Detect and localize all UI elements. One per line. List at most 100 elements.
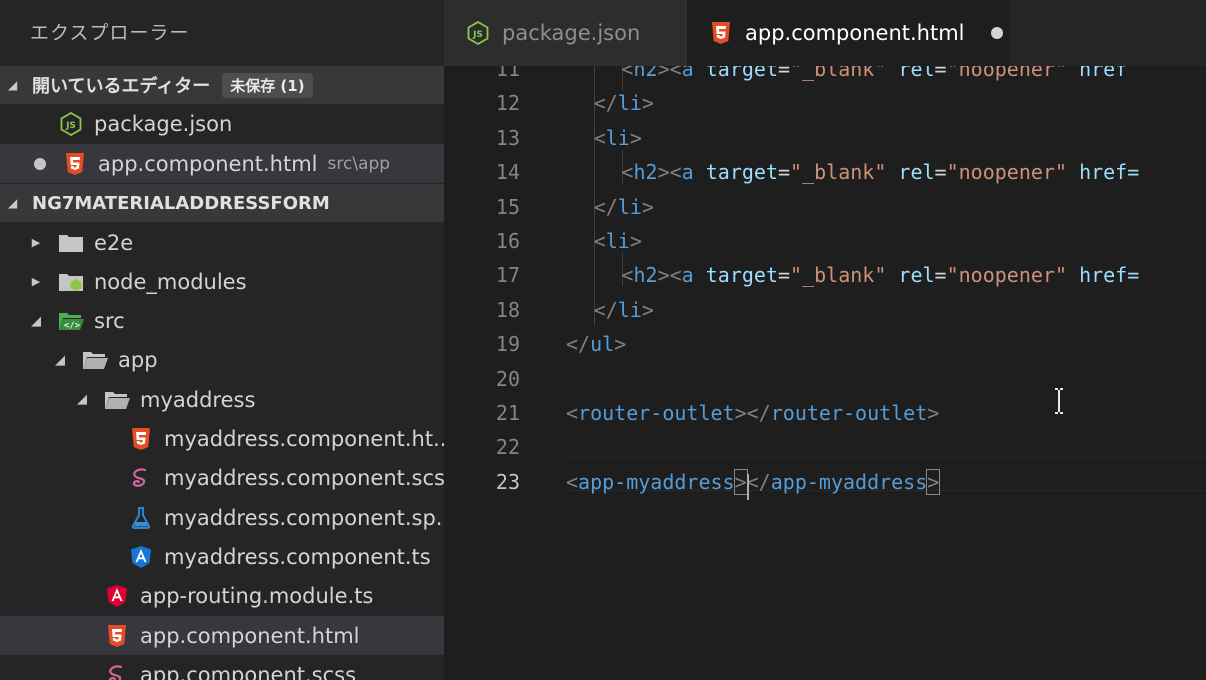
line-number: 20 (495, 366, 520, 391)
code-token: < (566, 401, 579, 425)
code-token: = (934, 160, 947, 185)
code-line[interactable]: 13 <li> (444, 121, 1206, 155)
code-token: > (733, 468, 748, 495)
folder-open-icon (104, 387, 130, 413)
open-editor-path: src\app (327, 153, 391, 174)
code-line[interactable]: 11 <h2><a target="_blank" rel="noopener" … (444, 66, 1206, 86)
chevron-right-icon[interactable]: ▶ (28, 275, 44, 288)
unsaved-dot-icon (34, 157, 46, 170)
folder-open-icon (82, 347, 108, 373)
code-line[interactable]: 23 <app-myaddress></app-myaddress> (444, 465, 1206, 499)
html5-icon (128, 426, 154, 452)
code-token: = (778, 160, 791, 185)
editor-tabs: JS package.json app.component.html (444, 0, 1206, 66)
chevron-down-icon[interactable]: ◢ (28, 314, 44, 329)
tree-item-label: app-routing.module.ts (140, 584, 374, 609)
tree-item[interactable]: ◢ </> src (0, 302, 444, 341)
tree-item[interactable]: ◢ myaddress (0, 380, 444, 419)
tree-item-label: myaddress.component.ts (164, 544, 431, 569)
code-token: href= (1079, 263, 1140, 288)
open-editor-item[interactable]: app.component.html src\app (0, 144, 444, 183)
code-text: <h2><a target="_blank" rel="noopener" hr… (621, 66, 1127, 86)
line-number: 18 (495, 297, 520, 322)
code-line[interactable]: 12 </li> (444, 86, 1206, 120)
code-token: = (778, 263, 791, 288)
code-token: a (681, 263, 694, 288)
code-token: > (657, 66, 670, 81)
tab-label: app.component.html (745, 21, 965, 45)
line-number: 22 (495, 435, 520, 460)
open-editor-label: app.component.html (98, 151, 318, 176)
tree-item[interactable]: ▶ e2e (0, 223, 444, 262)
chevron-right-icon[interactable]: ▶ (28, 236, 44, 249)
tree-item[interactable]: ▶ node_modules (0, 262, 444, 301)
open-editor-item[interactable]: JS package.json (0, 104, 444, 143)
code-token: "noopener" (946, 66, 1068, 81)
tab-label: package.json (502, 21, 641, 45)
code-line[interactable]: 16 <li> (444, 224, 1206, 258)
project-header[interactable]: ◢ NG7MATERIALADDRESSFORM (0, 184, 444, 222)
svg-text:JS: JS (65, 121, 76, 131)
code-line[interactable]: 17 <h2><a target="_blank" rel="noopener" … (444, 258, 1206, 292)
tab-package-json[interactable]: JS package.json (444, 0, 687, 66)
code-token: a (681, 66, 694, 81)
tree-item[interactable]: ◢app-routing.module.ts (0, 577, 444, 616)
line-number: 11 (495, 66, 520, 81)
unsaved-dot-icon[interactable] (990, 27, 1003, 39)
sass-icon (104, 662, 130, 680)
code-token: app-myaddress (578, 469, 735, 494)
code-line[interactable]: 18 </li> (444, 293, 1206, 327)
code-line[interactable]: 22 (444, 430, 1206, 464)
code-text: <app-myaddress></app-myaddress> (566, 465, 941, 499)
code-token: > (926, 468, 941, 495)
code-line[interactable]: 15 </li> (444, 190, 1206, 224)
code-token: h2 (633, 263, 658, 288)
code-line[interactable]: 14 <h2><a target="_blank" rel="noopener" … (444, 155, 1206, 189)
tab-app-component-html[interactable]: app.component.html (687, 0, 1009, 66)
chevron-down-icon[interactable]: ◢ (74, 392, 90, 407)
code-token: router-outlet (770, 401, 928, 425)
code-token: > (657, 160, 670, 185)
code-token: > (641, 297, 654, 322)
tree-item-label: app.component.html (140, 623, 360, 648)
code-line[interactable]: 21 <router-outlet></router-outlet> (444, 396, 1206, 430)
line-number: 15 (495, 194, 520, 219)
code-line[interactable]: 19 </ul> (444, 327, 1206, 361)
tree-item[interactable]: ◢myaddress.component.ts (0, 537, 444, 576)
code-token: </ (566, 332, 591, 357)
code-token: = (778, 66, 791, 81)
tree-item[interactable]: ◢myaddress.component.sp... (0, 498, 444, 537)
code-token: > (657, 263, 670, 288)
code-token: < (621, 263, 634, 288)
tree-item-label: myaddress (140, 387, 256, 412)
chevron-down-icon[interactable]: ◢ (52, 353, 68, 368)
text-cursor (746, 473, 749, 500)
tree-item-label: e2e (94, 230, 134, 255)
chevron-down-icon: ◢ (8, 196, 18, 210)
chevron-down-icon: ◢ (8, 78, 18, 92)
code-token: href= (1079, 160, 1140, 185)
tree-item[interactable]: ◢app.component.scss (0, 655, 444, 680)
tree-item-label: myaddress.component.ht... (164, 427, 444, 451)
node-folder-icon (58, 269, 84, 295)
code-text: </li> (594, 293, 654, 327)
code-token: target (705, 263, 778, 288)
open-editors-header[interactable]: ◢ 開いているエディター 未保存 (1) (0, 66, 444, 104)
code-line[interactable]: 20 (444, 362, 1206, 396)
tree-item-label: myaddress.component.sp... (164, 505, 444, 530)
code-editor[interactable]: 11 <h2><a target="_blank" rel="noopener" … (444, 66, 1206, 680)
tree-item[interactable]: ◢myaddress.component.ht... (0, 420, 444, 459)
tree-item[interactable]: ◢app.component.html (0, 616, 444, 655)
line-number: 19 (495, 332, 520, 357)
code-token: rel (898, 263, 935, 288)
code-token: a (681, 160, 694, 185)
code-token: > (629, 125, 642, 150)
code-token: > (927, 401, 940, 425)
code-token: > (641, 194, 654, 219)
line-number: 14 (495, 160, 520, 185)
tree-item[interactable]: ◢ app (0, 341, 444, 380)
tree-item[interactable]: ◢myaddress.component.scss (0, 459, 444, 498)
